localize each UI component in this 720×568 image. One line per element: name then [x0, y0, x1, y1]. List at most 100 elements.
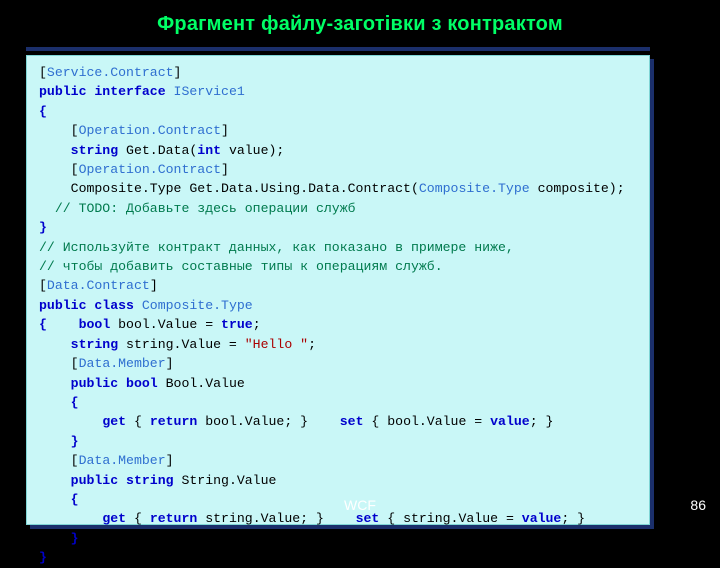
code-line: { bool bool.Value = true;	[39, 317, 261, 332]
code-token: get	[102, 414, 127, 430]
code-token: Composite.Type Get.Data.Using.Data.Contr…	[39, 181, 419, 197]
code-line: {	[39, 395, 79, 410]
code-token: string	[70, 336, 119, 352]
code-block: [Service.Contract] public interface ISer…	[39, 63, 625, 568]
code-token: {	[126, 414, 150, 430]
code-line: }	[39, 531, 79, 546]
code-line: public interface IService1	[39, 84, 245, 99]
code-token: Operation.Contract	[78, 162, 222, 178]
code-panel: [Service.Contract] public interface ISer…	[26, 55, 650, 565]
code-token: [	[39, 278, 47, 294]
code-line: public string String.Value	[39, 472, 277, 488]
page-title: Фрагмент файлу-заготівки з контрактом	[157, 13, 563, 35]
code-token: { string.Value =	[379, 511, 522, 527]
panel-top-accent	[26, 47, 650, 51]
code-token: int	[197, 142, 222, 158]
code-line: Composite.Type Get.Data.Using.Data.Contr…	[39, 181, 625, 196]
code-token: Service.Contract	[46, 65, 174, 80]
code-token: Composite.Type	[141, 297, 253, 313]
code-token: public interface	[39, 84, 174, 100]
code-token: return	[149, 511, 198, 527]
code-line: {	[39, 104, 47, 119]
code-token: public string	[70, 472, 174, 488]
code-line: }	[39, 434, 79, 449]
code-line: [Data.Member]	[39, 356, 174, 371]
code-token: ]	[165, 453, 174, 469]
code-token: { bool.Value =	[363, 414, 491, 430]
code-token: [	[39, 123, 79, 139]
code-line: // чтобы добавить составные типы к опера…	[39, 259, 443, 274]
code-token: composite);	[529, 181, 625, 197]
page-number: 86	[690, 497, 706, 513]
code-token: ]	[165, 356, 174, 372]
code-token: [	[39, 162, 79, 178]
code-token: public bool	[70, 375, 158, 391]
code-token: "Hello "	[244, 336, 309, 352]
code-token: value);	[221, 142, 285, 158]
code-token: {	[70, 394, 79, 410]
code-token: Bool.Value	[157, 375, 245, 391]
code-token: bool	[78, 317, 111, 333]
code-token: {	[126, 511, 150, 527]
code-line: [Operation.Contract]	[39, 162, 229, 177]
code-token: true	[221, 317, 253, 333]
code-token: ; }	[561, 511, 586, 527]
code-line: string string.Value = "Hello ";	[39, 337, 316, 352]
code-token: ]	[149, 278, 158, 294]
code-line: [Data.Member]	[39, 453, 174, 468]
code-token: // Используйте контракт данных, как пока…	[39, 239, 514, 255]
slide: Фрагмент файлу-заготівки з контрактом [S…	[0, 0, 720, 565]
code-line: // TODO: Добавьте здесь операции служб	[39, 201, 356, 216]
code-token: // TODO: Добавьте здесь операции служб	[39, 200, 356, 216]
code-token: Composite.Type	[418, 181, 530, 197]
code-token: bool.Value =	[110, 317, 222, 333]
code-line: get { return string.Value; } set { strin…	[39, 511, 585, 526]
code-token: get	[102, 511, 127, 527]
code-token: [	[39, 453, 79, 469]
code-line: public bool Bool.Value	[39, 376, 245, 391]
code-token: Data.Member	[78, 356, 166, 372]
code-token: }	[70, 433, 79, 449]
code-token: Get.Data(	[118, 142, 198, 158]
code-token: Data.Member	[78, 453, 166, 469]
code-token: ;	[252, 317, 261, 333]
code-token: public class	[39, 297, 142, 313]
code-token: }	[70, 530, 79, 546]
code-token: Operation.Contract	[78, 123, 222, 139]
code-token: string	[70, 142, 119, 158]
code-token: [	[39, 356, 79, 372]
code-token: {	[39, 317, 47, 333]
code-token: IService1	[173, 84, 245, 100]
footer-label: WCF	[344, 497, 376, 513]
code-token: value	[521, 511, 562, 527]
code-token: String.Value	[173, 472, 277, 488]
code-token: {	[39, 103, 47, 119]
code-line: public class Composite.Type	[39, 298, 253, 313]
code-token: Data.Contract	[46, 278, 150, 294]
code-token: }	[39, 550, 47, 566]
code-token: string.Value; }	[197, 511, 356, 527]
code-token: bool.Value; }	[197, 414, 340, 430]
code-token: ]	[221, 123, 229, 139]
code-line: }	[39, 220, 47, 235]
code-line: string Get.Data(int value);	[39, 142, 285, 158]
code-token: set	[355, 511, 380, 527]
code-line: [Data.Contract]	[39, 278, 158, 293]
code-token: ;	[308, 336, 316, 352]
code-line: }	[39, 550, 47, 565]
code-line: // Используйте контракт данных, как пока…	[39, 240, 514, 255]
code-token: ]	[173, 65, 182, 80]
code-line: [Service.Contract]	[39, 65, 181, 80]
code-token: return	[149, 414, 198, 430]
code-token: string.Value =	[118, 336, 245, 352]
code-token: value	[490, 414, 530, 430]
